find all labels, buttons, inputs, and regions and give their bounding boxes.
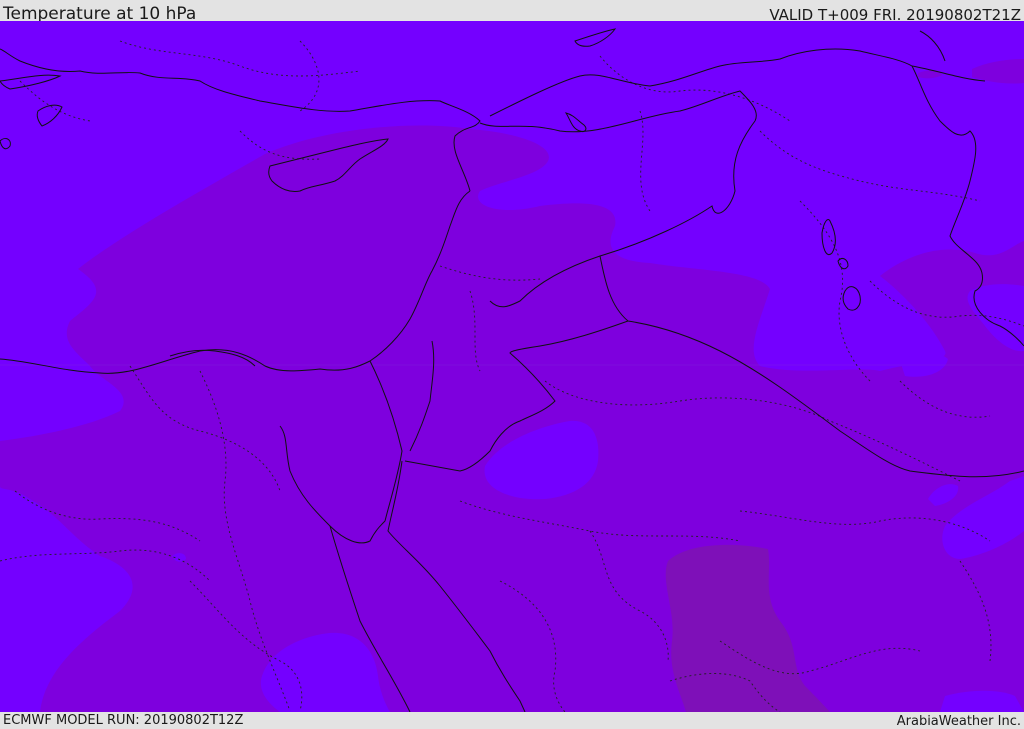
model-run-label: ECMWF MODEL RUN: 20190802T12Z: [3, 713, 244, 728]
map-canvas[interactable]: [0, 21, 1024, 712]
header-bar: Temperature at 10 hPa VALID T+009 FRI. 2…: [0, 0, 1024, 24]
weather-map-page: Temperature at 10 hPa VALID T+009 FRI. 2…: [0, 0, 1024, 729]
map-svg: [0, 21, 1024, 712]
footer-bar: ECMWF MODEL RUN: 20190802T12Z ArabiaWeat…: [0, 712, 1024, 729]
credit-label: ArabiaWeather Inc.: [896, 714, 1021, 729]
